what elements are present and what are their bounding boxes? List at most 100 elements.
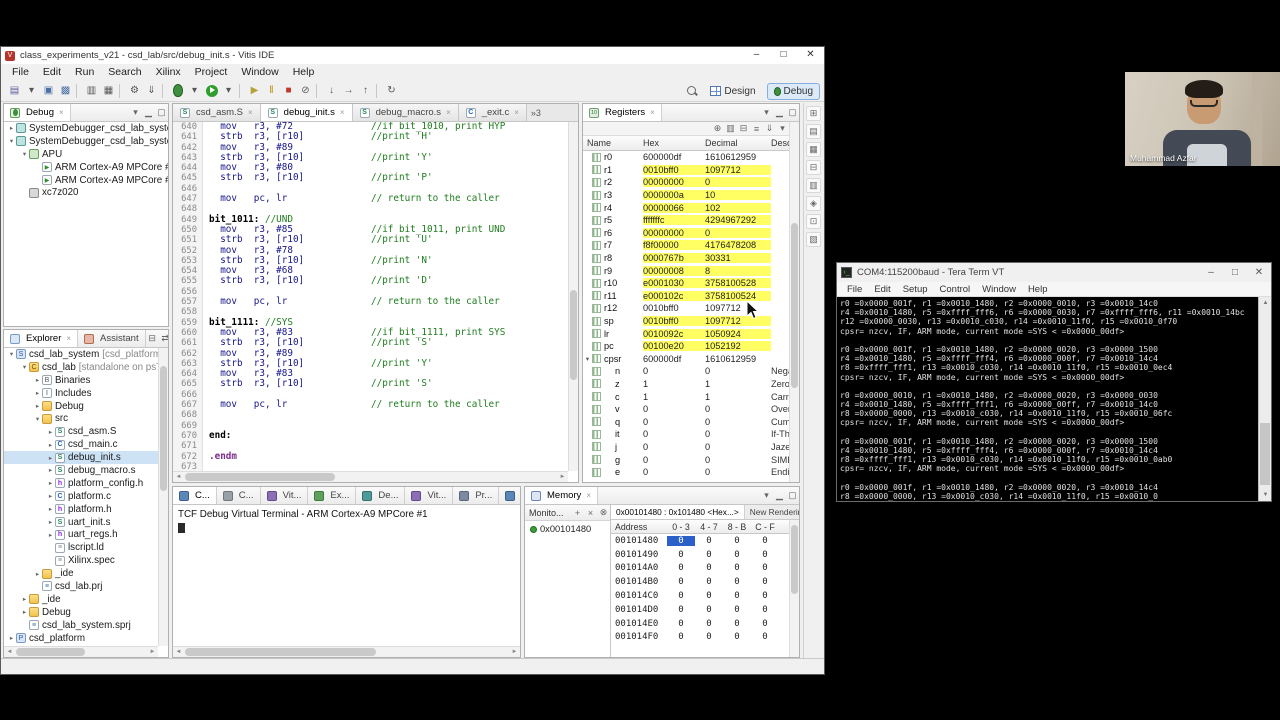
menu-item[interactable]: Search xyxy=(101,66,148,78)
expand-arrow-icon[interactable]: ▸ xyxy=(46,531,55,539)
memory-row[interactable]: 001014A0 0 0 0 0 xyxy=(611,562,799,576)
layout-icon[interactable]: ▥ xyxy=(724,121,737,137)
register-row[interactable]: pc 00100e20 1052192 xyxy=(583,340,789,353)
code-line[interactable]: 661 strb r3, [r10] //print 'S' xyxy=(173,337,568,349)
expressions-view-icon[interactable]: ◈ xyxy=(806,196,821,211)
minimize-button[interactable]: – xyxy=(1199,264,1223,282)
restart-icon[interactable]: ↻ xyxy=(383,82,400,99)
tab-registers[interactable]: Registers xyxy=(583,104,662,121)
suspend-icon[interactable]: ‖ xyxy=(263,82,280,99)
memory-word[interactable]: 0 xyxy=(667,632,695,642)
explorer-tree-item[interactable]: ▸ debug_init.s xyxy=(4,451,158,465)
expand-arrow-icon[interactable]: ▸ xyxy=(46,454,55,462)
expand-arrow-icon[interactable]: ▸ xyxy=(46,492,55,500)
close-button[interactable]: ✕ xyxy=(1247,264,1271,282)
menu-item[interactable]: Help xyxy=(1022,284,1054,295)
minimize-icon[interactable]: ▁ xyxy=(773,488,786,504)
console-tab[interactable]: Vit... xyxy=(261,487,309,504)
memory-word[interactable]: 0 xyxy=(723,536,751,546)
explorer-tree-item[interactable]: ▾ csd_lab [standalone on ps7_cort xyxy=(4,361,158,374)
register-row[interactable]: r1 0010bff0 1097712 xyxy=(583,164,789,177)
expand-arrow-icon[interactable]: ▸ xyxy=(33,389,42,397)
register-row[interactable]: lr 0010092c 1050924 xyxy=(583,327,789,340)
code-line[interactable]: 673 xyxy=(173,461,568,471)
explorer-tree-item[interactable]: ▸ Debug xyxy=(4,606,158,619)
add-monitor-icon[interactable]: + xyxy=(571,505,584,521)
teraterm-vscrollbar[interactable]: ▲ ▼ xyxy=(1258,297,1271,501)
memory-word[interactable]: 0 xyxy=(667,619,695,629)
explorer-tree-item[interactable]: ▸ _ide xyxy=(4,567,158,580)
maximize-button[interactable]: □ xyxy=(1223,264,1247,282)
separator[interactable] xyxy=(162,83,167,98)
memory-word[interactable]: 0 xyxy=(723,577,751,587)
rendering-tab-new[interactable]: New Renderings... xyxy=(745,505,799,519)
expand-arrow-icon[interactable]: ▾ xyxy=(20,363,29,371)
terminate-icon[interactable]: ■ xyxy=(280,82,297,99)
separator[interactable] xyxy=(76,83,81,98)
expand-arrow-icon[interactable]: ▸ xyxy=(46,428,55,436)
expand-arrow-icon[interactable]: ▸ xyxy=(33,402,42,410)
menu-item[interactable]: Project xyxy=(188,66,235,78)
memory-word[interactable]: 0 xyxy=(723,619,751,629)
memory-word[interactable]: 0 xyxy=(695,550,723,560)
memory-vscrollbar[interactable] xyxy=(789,520,799,657)
memory-word[interactable]: 0 xyxy=(667,591,695,601)
memory-word[interactable]: 0 xyxy=(695,632,723,642)
expand-arrow-icon[interactable]: ▾ xyxy=(583,355,592,363)
editor-tab[interactable]: csd_asm.S xyxy=(173,104,261,121)
expand-arrow-icon[interactable]: ▸ xyxy=(7,634,16,642)
tab-debug-view[interactable]: Debug xyxy=(4,104,71,121)
expand-arrow-icon[interactable]: ▸ xyxy=(46,505,55,513)
code-line[interactable]: 669 xyxy=(173,420,568,431)
view-menu-icon[interactable]: ▾ xyxy=(776,121,789,137)
step-into-icon[interactable]: ↓ xyxy=(323,82,340,99)
register-row[interactable]: e 0 0 Endiann... xyxy=(583,466,789,479)
memory-word[interactable]: 0 xyxy=(751,536,779,546)
code-line[interactable]: 670 end: xyxy=(173,430,568,442)
debug-tree-item[interactable]: ARM Cortex-A9 MPCore #1 (Run xyxy=(4,174,168,187)
memory-word[interactable]: 0 xyxy=(723,605,751,615)
explorer-tree-item[interactable]: ▸ uart_init.s xyxy=(4,516,158,529)
code-line[interactable]: 645 strb r3, [r10] //print 'P' xyxy=(173,173,568,184)
tab-assistant[interactable]: Assistant xyxy=(78,330,146,347)
maximize-icon[interactable]: ▢ xyxy=(786,488,799,504)
editor-tab[interactable]: debug_macro.s xyxy=(352,104,459,121)
memory-word[interactable]: 0 xyxy=(751,619,779,629)
close-button[interactable]: ✕ xyxy=(797,47,824,64)
explorer-tree-item[interactable]: ▸ Debug xyxy=(4,400,158,413)
memory-word[interactable]: 0 xyxy=(751,563,779,573)
explorer-tree-item[interactable]: ▸ Includes xyxy=(4,387,158,400)
memory-row[interactable]: 001014F0 0 0 0 0 xyxy=(611,631,799,645)
menu-item[interactable]: Window xyxy=(976,284,1022,295)
register-row[interactable]: r4 00000066 102 xyxy=(583,201,789,214)
code-editor[interactable]: 640 mov r3, #72 //if bit_1010, print HYP… xyxy=(173,122,568,471)
maximize-button[interactable]: □ xyxy=(770,47,797,64)
menu-item[interactable]: File xyxy=(5,66,36,78)
explorer-tree-item[interactable]: ▾ src xyxy=(4,412,158,425)
register-row[interactable]: r10 e0001030 3758100528 xyxy=(583,277,789,290)
memory-word[interactable]: 0 xyxy=(695,563,723,573)
menu-item[interactable]: Xilinx xyxy=(149,66,188,78)
close-icon[interactable] xyxy=(514,108,519,117)
console-tab[interactable]: C... xyxy=(217,487,261,504)
code-line[interactable]: 668 xyxy=(173,410,568,421)
column-decimal[interactable]: Decimal xyxy=(705,138,771,148)
register-row[interactable]: j 0 0 Jazelle bit xyxy=(583,441,789,454)
explorer-tree-item[interactable]: ▸ _ide xyxy=(4,593,158,606)
explorer-tree-item[interactable]: ▸ uart_regs.h xyxy=(4,528,158,541)
expand-arrow-icon[interactable]: ▸ xyxy=(33,570,42,578)
step-return-icon[interactable]: ↑ xyxy=(357,82,374,99)
expand-arrow-icon[interactable]: ▾ xyxy=(33,415,42,423)
search-icon[interactable] xyxy=(686,85,699,98)
column-hex[interactable]: Hex xyxy=(643,138,705,148)
expand-arrow-icon[interactable]: ▾ xyxy=(7,137,16,145)
tab-memory[interactable]: Memory xyxy=(525,487,598,504)
memory-word[interactable]: 0 xyxy=(667,535,695,546)
explorer-tree-item[interactable]: csd_lab_system.sprj xyxy=(4,619,158,632)
expand-arrow-icon[interactable]: ▸ xyxy=(46,518,55,526)
debug-launch-icon[interactable] xyxy=(169,82,186,99)
run-dropdown-icon[interactable]: ▾ xyxy=(220,82,237,99)
maximize-icon[interactable]: ▢ xyxy=(786,105,799,121)
memory-word[interactable]: 0 xyxy=(667,577,695,587)
view-menu-icon[interactable]: ▾ xyxy=(760,105,773,121)
